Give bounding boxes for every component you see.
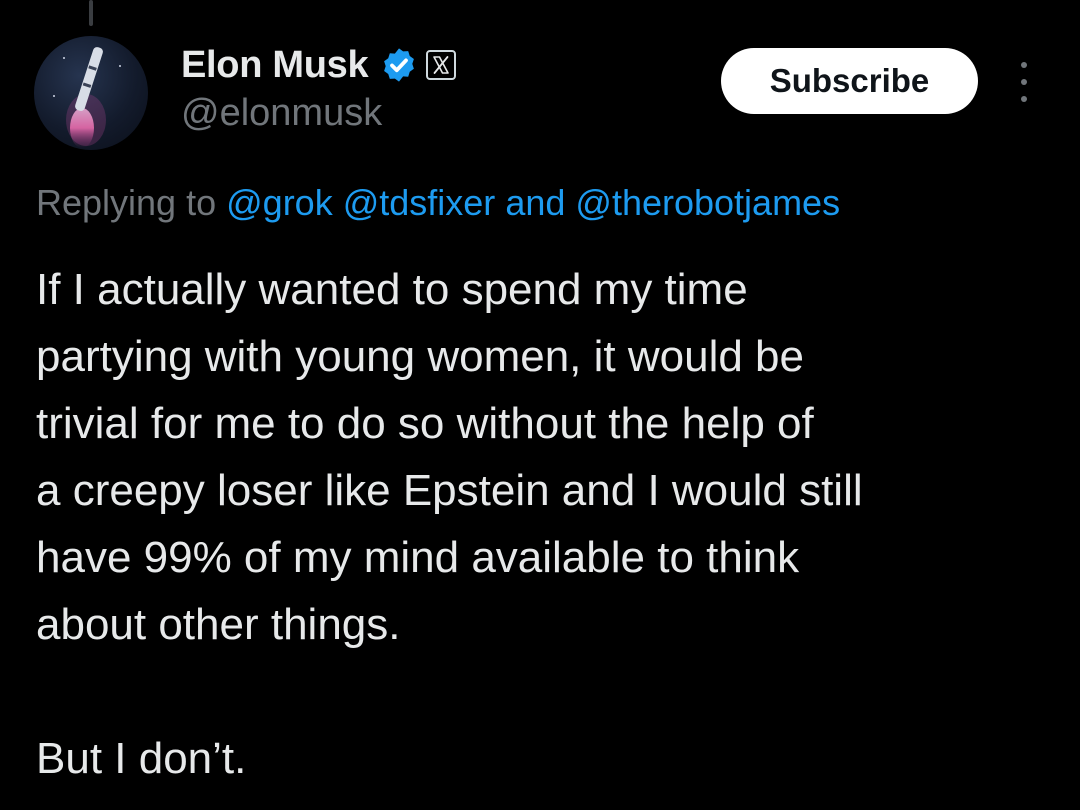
- mention-link-therobotjames[interactable]: @therobotjames: [575, 182, 840, 223]
- x-logo-icon: [433, 56, 450, 74]
- subscribe-button[interactable]: Subscribe: [721, 48, 978, 114]
- author-name[interactable]: Elon Musk: [181, 44, 369, 87]
- avatar[interactable]: [34, 36, 148, 150]
- more-dot: [1021, 79, 1027, 85]
- reply-context: Replying to @grok @tdsfixer and @therobo…: [36, 181, 840, 225]
- tweet-line: have 99% of my mind available to think: [36, 533, 800, 582]
- x-affiliate-badge-icon[interactable]: [426, 50, 457, 80]
- reply-prefix: Replying to: [36, 182, 217, 223]
- tweet-line: If I actually wanted to spend my time: [36, 265, 748, 314]
- mention-conjunction[interactable]: and: [505, 182, 565, 223]
- mention-link-grok[interactable]: @grok: [226, 182, 333, 223]
- tweet-line: about other things.: [36, 600, 401, 649]
- more-vertical-icon[interactable]: [1013, 62, 1035, 102]
- paragraph-break: [36, 658, 1046, 725]
- tweet-line: partying with young women, it would be: [36, 332, 804, 381]
- mention-link-tdsfixer[interactable]: @tdsfixer: [343, 182, 496, 223]
- thread-connector-line: [89, 0, 93, 26]
- more-dot: [1021, 62, 1027, 68]
- tweet-closing-line: But I don’t.: [36, 734, 247, 783]
- author-name-row: Elon Musk: [181, 42, 457, 88]
- tweet-text: If I actually wanted to spend my time pa…: [36, 256, 1046, 792]
- author-handle[interactable]: @elonmusk: [181, 92, 382, 135]
- verified-badge-icon[interactable]: [380, 46, 418, 84]
- rocket-launch-image: [53, 47, 121, 148]
- tweet-line: a creepy loser like Epstein and I would …: [36, 466, 863, 515]
- tweet-line: trivial for me to do so without the help…: [36, 399, 814, 448]
- more-dot: [1021, 96, 1027, 102]
